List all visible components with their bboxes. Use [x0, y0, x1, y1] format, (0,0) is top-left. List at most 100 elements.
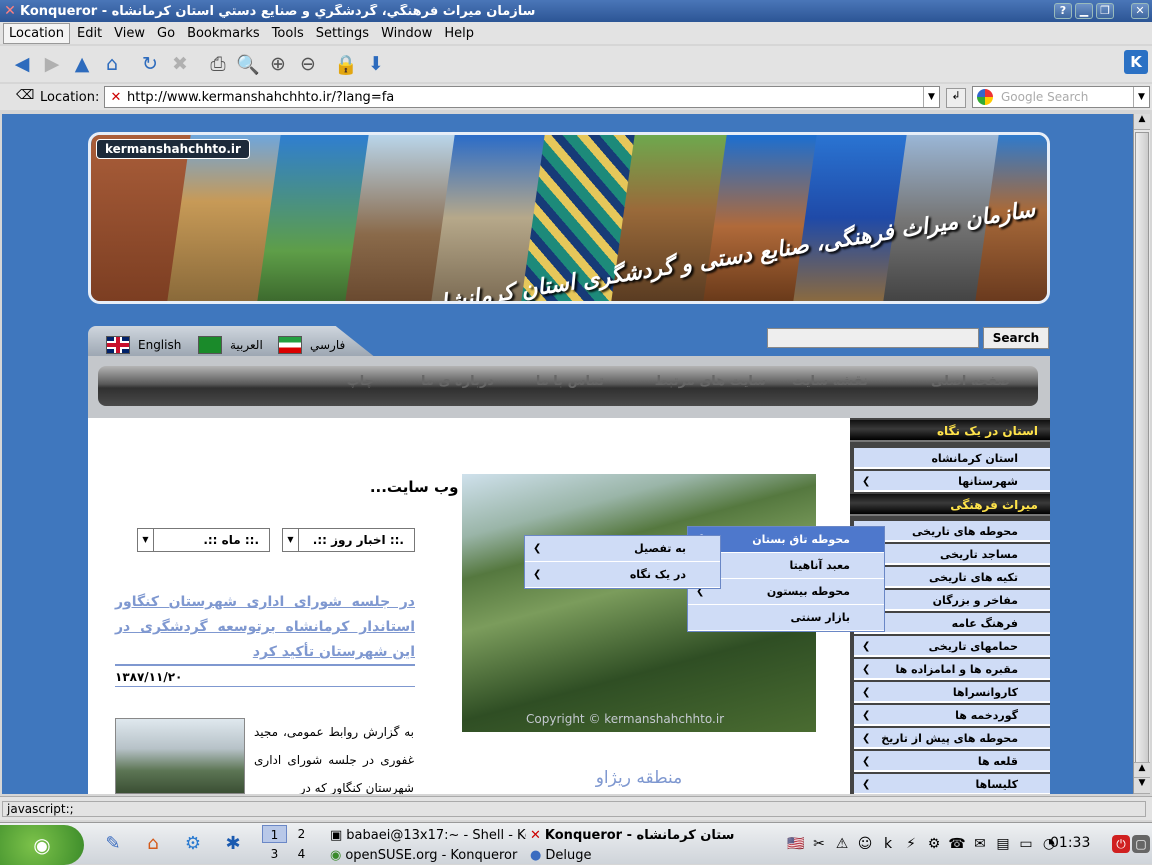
- lang-arabic[interactable]: العربية: [198, 336, 263, 354]
- menu-window[interactable]: Window: [376, 24, 437, 43]
- close-window-icon[interactable]: ✕: [1131, 3, 1149, 19]
- keyboard-layout-icon[interactable]: 🇺🇸: [786, 834, 806, 854]
- chevron-down-icon[interactable]: ▼: [138, 529, 154, 551]
- konqueror-app-icon[interactable]: ✕: [0, 3, 20, 19]
- lang-farsi-label[interactable]: فارسي: [310, 338, 345, 352]
- lang-english-label[interactable]: English: [138, 338, 181, 352]
- news-thumbnail[interactable]: [115, 718, 245, 794]
- stop-icon[interactable]: ✖: [166, 50, 194, 78]
- lock-screen-icon[interactable]: ▢: [1132, 835, 1150, 853]
- pager-desktop-1[interactable]: 1: [262, 825, 287, 843]
- url-text[interactable]: http://www.kermanshahchhto.ir/?lang=fa: [127, 90, 394, 105]
- updater-icon[interactable]: ⚙: [924, 834, 944, 854]
- back-icon[interactable]: ◀: [8, 50, 36, 78]
- task-konqueror-active[interactable]: ✕ Konqueror - ستان كرمانشاه: [530, 825, 780, 845]
- site-search-input[interactable]: [767, 328, 979, 348]
- maximize-window-icon[interactable]: ❐: [1096, 3, 1114, 19]
- sidebar-item-baths[interactable]: ❮ حمامهای تاریخی: [854, 636, 1050, 657]
- menu-go[interactable]: Go: [152, 24, 180, 43]
- user-icon[interactable]: ☺: [855, 834, 875, 854]
- desktop-icon[interactable]: ✎: [98, 828, 128, 858]
- minimize-window-icon[interactable]: ▁: [1075, 3, 1093, 19]
- kopete-icon[interactable]: k: [878, 834, 898, 854]
- print-preview-icon[interactable]: 🔍: [234, 50, 262, 78]
- news-headline-link[interactable]: در جلسه شورای اداری شهرستان کنگاور استان…: [115, 590, 415, 665]
- lang-english[interactable]: English: [106, 336, 181, 354]
- pager-desktop-3[interactable]: 3: [262, 845, 287, 863]
- chat-icon[interactable]: ☎: [947, 834, 967, 854]
- clipboard-icon[interactable]: ▤: [993, 834, 1013, 854]
- window-titlebar[interactable]: ✕ Konqueror - سازمان ميراث فرهنگي، گردشگ…: [0, 0, 1152, 22]
- up-icon[interactable]: ▲: [68, 50, 96, 78]
- konqueror-icon[interactable]: ✱: [218, 828, 248, 858]
- scroll-down-icon[interactable]: ▼: [1134, 778, 1150, 794]
- menu-help[interactable]: Help: [439, 24, 479, 43]
- photo-caption-link[interactable]: منطقه ریژاو: [462, 768, 816, 788]
- chevron-down-icon[interactable]: ▼: [283, 529, 299, 551]
- download-icon[interactable]: ⬇: [362, 50, 390, 78]
- scroll-up-icon[interactable]: ▲: [1134, 114, 1150, 130]
- sidebar-item-castles[interactable]: ❮ قلعه ها: [854, 751, 1050, 772]
- start-menu-button[interactable]: ◉: [0, 825, 84, 865]
- clear-location-icon[interactable]: ⌫: [16, 88, 34, 103]
- nav-home[interactable]: صفحه اصلی: [931, 374, 1010, 389]
- news-day-select[interactable]: .:: اخبار روز ::. ▼: [282, 528, 415, 552]
- google-search-field[interactable]: Google Search ▼: [972, 86, 1150, 108]
- help-window-icon[interactable]: ?: [1054, 3, 1072, 19]
- sidebar-item-tombs[interactable]: ❮ مقبره ها و امامزاده ها: [854, 659, 1050, 680]
- url-field[interactable]: ✕ http://www.kermanshahchhto.ir/?lang=fa…: [104, 86, 940, 108]
- zoom-out-icon[interactable]: ⊖: [294, 50, 322, 78]
- nav-print[interactable]: چاپ: [347, 374, 374, 389]
- flyout-item-detailed[interactable]: ❮ به تفصیل: [525, 536, 720, 562]
- url-dropdown-icon[interactable]: ▼: [923, 87, 939, 107]
- menu-tools[interactable]: Tools: [267, 24, 309, 43]
- device-icon[interactable]: ▭: [1016, 834, 1036, 854]
- reload-icon[interactable]: ↻: [136, 50, 164, 78]
- messenger-icon[interactable]: ✉: [970, 834, 990, 854]
- menu-settings[interactable]: Settings: [311, 24, 374, 43]
- lang-farsi[interactable]: فارسي: [278, 336, 345, 354]
- task-shell[interactable]: ▣ babaei@13x17:~ - Shell - Ko: [330, 825, 526, 845]
- scroll-up-icon[interactable]: ▲: [1134, 762, 1150, 778]
- print-icon[interactable]: ⎙: [204, 50, 232, 78]
- zoom-in-icon[interactable]: ⊕: [264, 50, 292, 78]
- menu-bookmarks[interactable]: Bookmarks: [182, 24, 265, 43]
- clock[interactable]: 01:33: [1050, 835, 1090, 851]
- menu-edit[interactable]: Edit: [72, 24, 107, 43]
- nav-contact[interactable]: تماس با ما: [536, 374, 604, 389]
- sidebar-item-rock-tombs[interactable]: ❮ گوردخمه ها: [854, 705, 1050, 726]
- update-icon[interactable]: ⚠: [832, 834, 852, 854]
- nav-related-sites[interactable]: سایت های مرتبط: [655, 374, 766, 389]
- menu-view[interactable]: View: [109, 24, 150, 43]
- home-folder-icon[interactable]: ⌂: [138, 828, 168, 858]
- logout-icon[interactable]: ⏻: [1112, 835, 1130, 853]
- sidebar-item-churches[interactable]: ❮ کلیساها: [854, 774, 1050, 794]
- sidebar-item-prehistoric-sites[interactable]: ❮ محوطه های پیش از تاریخ: [854, 728, 1050, 749]
- web-page-viewport[interactable]: kermanshahchhto.ir سازمان میراث فرهنگی، …: [2, 114, 1133, 794]
- task-opensuse[interactable]: ◉ openSUSE.org - Konqueror: [330, 845, 526, 865]
- network-icon[interactable]: ✂: [809, 834, 829, 854]
- lock-icon[interactable]: 🔒: [332, 50, 360, 78]
- settings-gear-icon[interactable]: ⚙: [178, 828, 208, 858]
- flyout-item-glance[interactable]: ❮ در یک نگاه: [525, 562, 720, 588]
- home-icon[interactable]: ⌂: [98, 50, 126, 78]
- pager-desktop-2[interactable]: 2: [289, 825, 314, 843]
- sidebar-item-caravanserais[interactable]: ❮ کاروانسراها: [854, 682, 1050, 703]
- nav-about[interactable]: درباره ی ما: [421, 374, 494, 389]
- vertical-scrollbar[interactable]: ▲ ▲ ▼: [1133, 114, 1150, 794]
- sidebar-item-province[interactable]: استان کرمانشاه: [854, 448, 1050, 469]
- flyout-item-bazaar[interactable]: بازار سنتی: [688, 605, 884, 631]
- lang-arabic-label[interactable]: العربية: [230, 338, 263, 352]
- forward-icon[interactable]: ▶: [38, 50, 66, 78]
- search-dropdown-icon[interactable]: ▼: [1133, 87, 1149, 107]
- power-icon[interactable]: ⚡: [901, 834, 921, 854]
- menu-location[interactable]: Location: [3, 22, 70, 44]
- news-month-select[interactable]: .:: ماه ::. ▼: [137, 528, 270, 552]
- go-icon[interactable]: ↲: [946, 88, 966, 108]
- scroll-thumb[interactable]: [1135, 132, 1149, 764]
- task-deluge[interactable]: ● Deluge: [530, 845, 780, 865]
- pager-desktop-4[interactable]: 4: [289, 845, 314, 863]
- sidebar-item-cities[interactable]: ❮ شهرستانها: [854, 471, 1050, 492]
- site-search-button[interactable]: Search: [983, 327, 1049, 349]
- nav-sitemap[interactable]: نقشه سایت: [792, 374, 868, 389]
